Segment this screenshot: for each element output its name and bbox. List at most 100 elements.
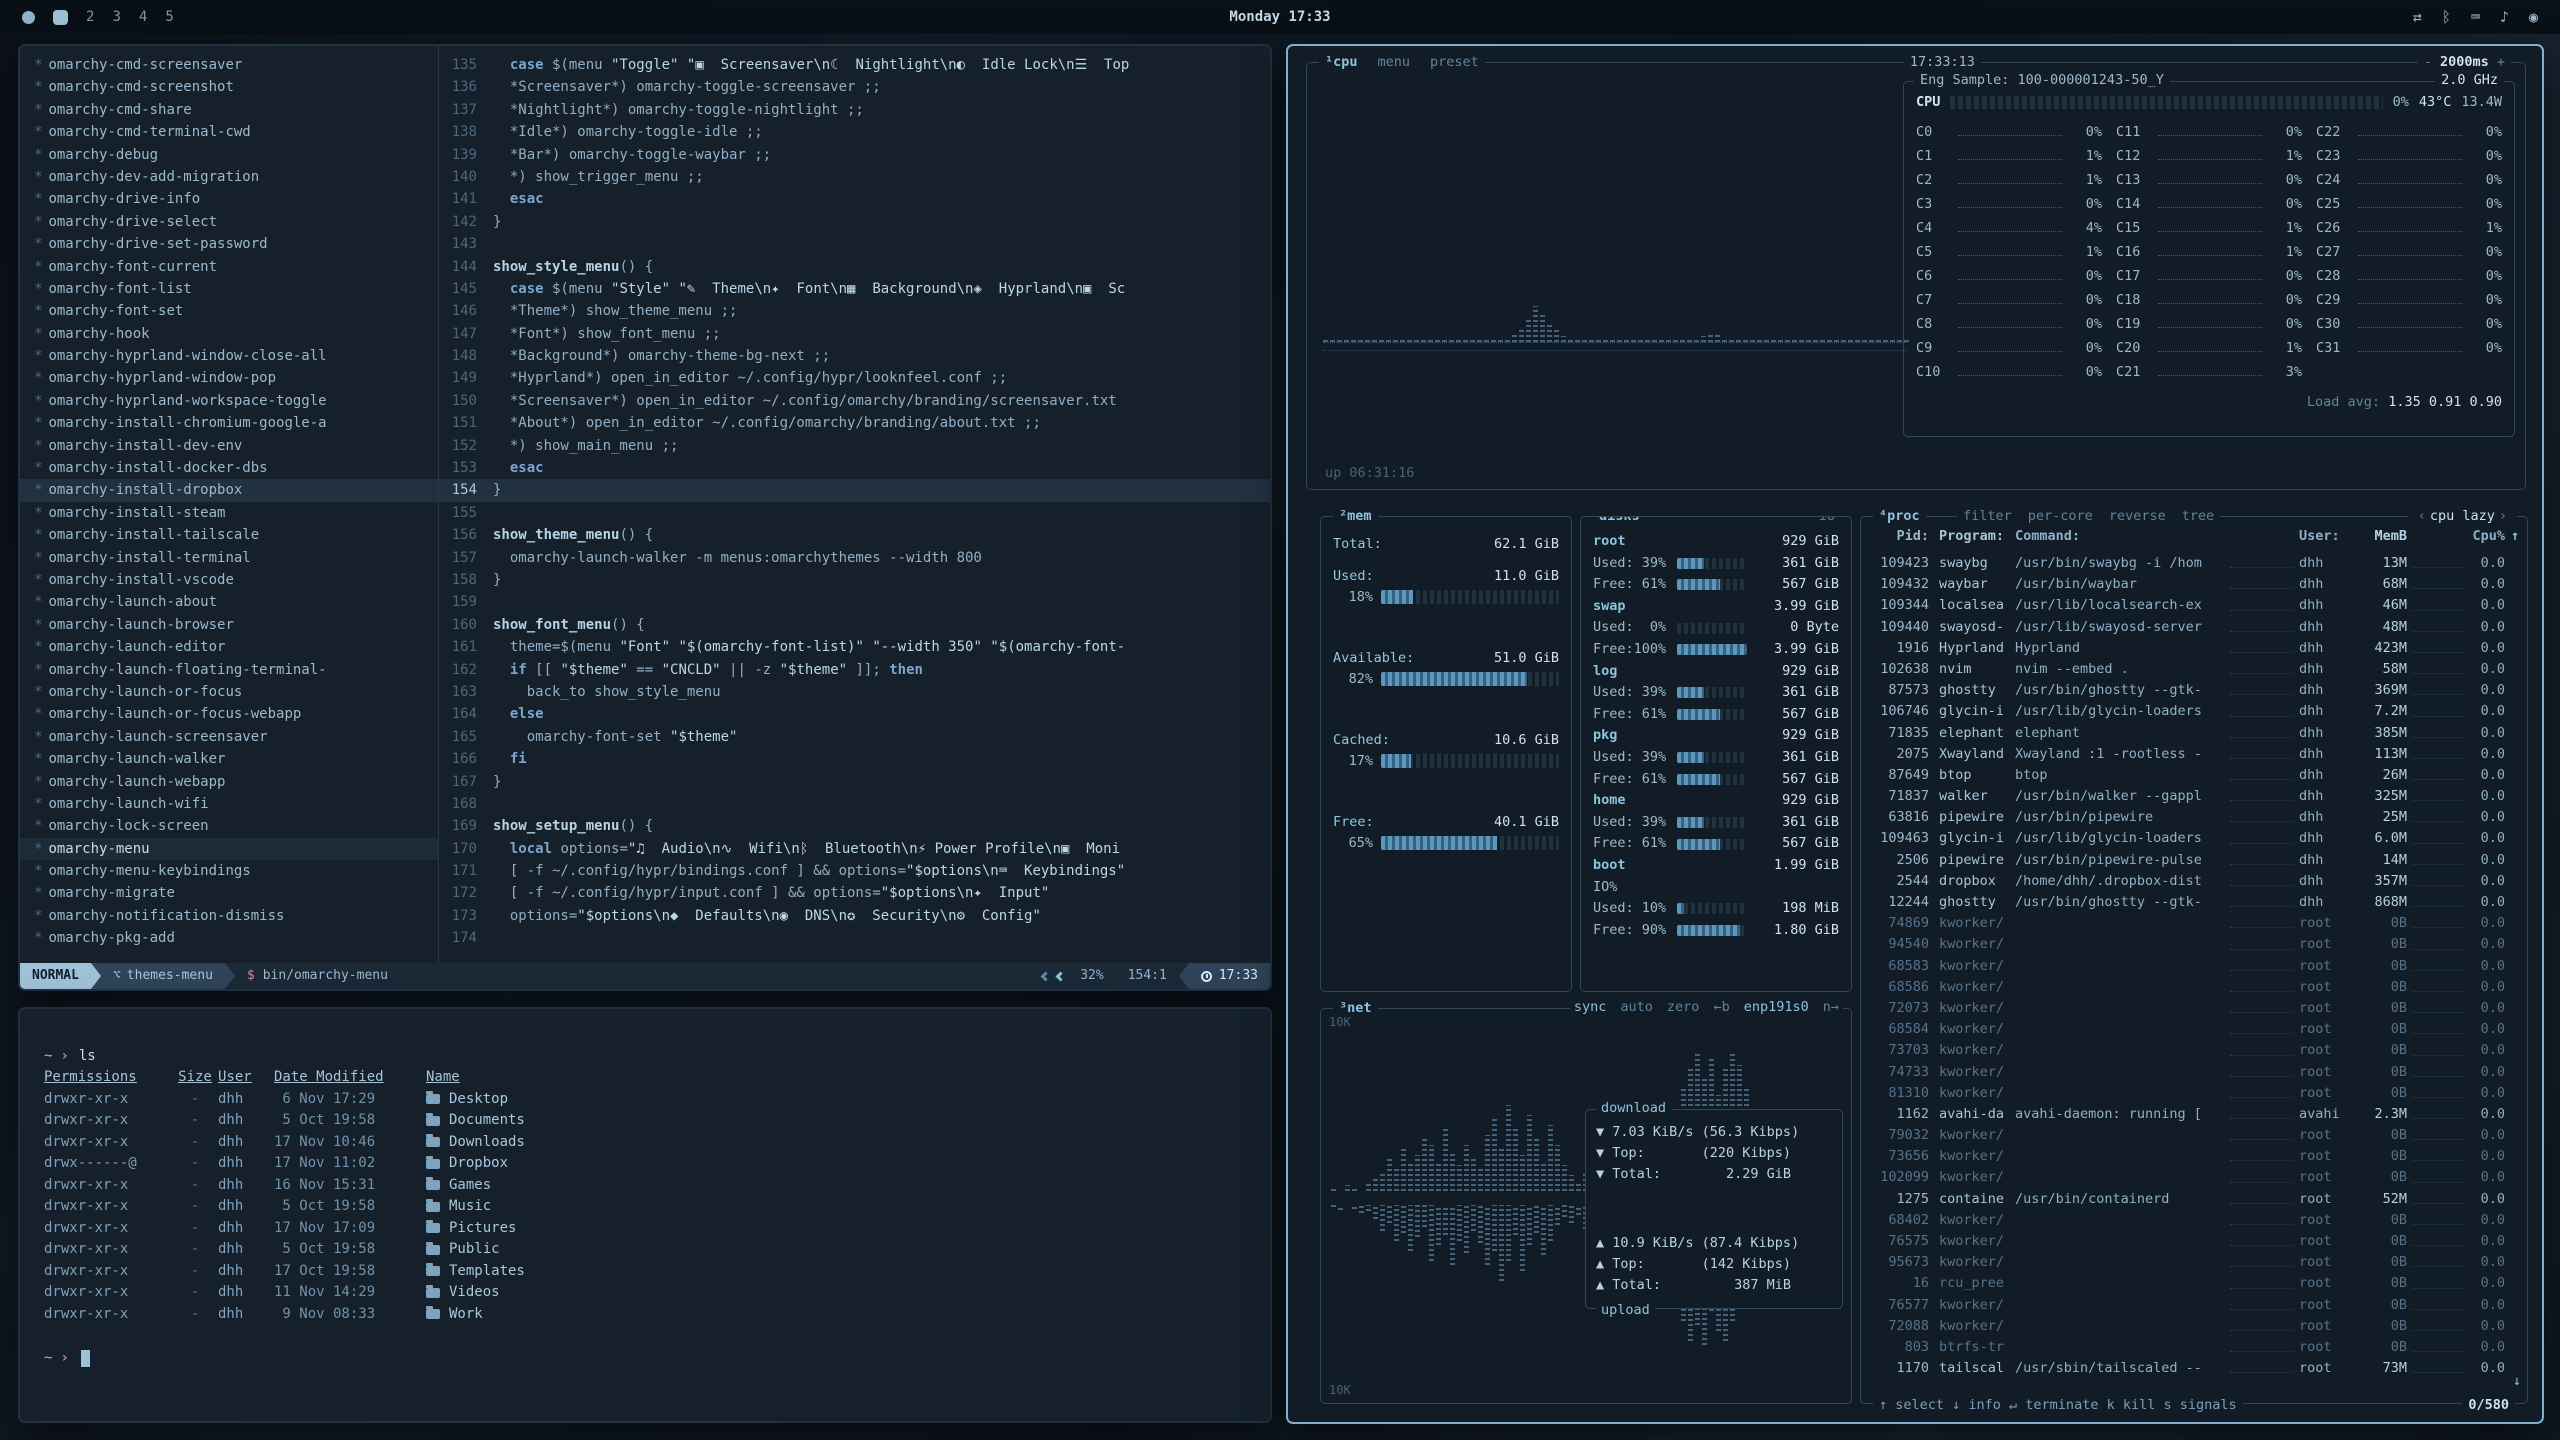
file-list-item[interactable]: *omarchy-launch-editor bbox=[20, 636, 438, 658]
file-list-item[interactable]: *omarchy-lock-screen bbox=[20, 815, 438, 837]
process-row[interactable]: 87573ghostty/usr/bin/ghostty --gtk-dhh36… bbox=[1861, 680, 2527, 701]
file-list-item[interactable]: *omarchy-hook bbox=[20, 323, 438, 345]
disks-title[interactable]: disks bbox=[1593, 516, 1646, 525]
file-list-item[interactable]: *omarchy-font-set bbox=[20, 300, 438, 322]
code-line[interactable]: 164 else bbox=[439, 703, 1270, 725]
file-list-item[interactable]: *omarchy-launch-about bbox=[20, 591, 438, 613]
file-list-item[interactable]: *omarchy-launch-or-focus-webapp bbox=[20, 703, 438, 725]
process-row[interactable]: 72088kworker/root0B0.0 bbox=[1861, 1316, 2527, 1337]
process-row[interactable]: 109440swayosd-/usr/lib/swayosd-serverdhh… bbox=[1861, 617, 2527, 638]
process-row[interactable]: 74733kworker/root0B0.0 bbox=[1861, 1062, 2527, 1083]
code-line[interactable]: 141 esac bbox=[439, 188, 1270, 210]
process-row[interactable]: 109463glycin-i/usr/lib/glycin-loadersdhh… bbox=[1861, 828, 2527, 849]
process-row[interactable]: 12244ghostty/usr/bin/ghostty --gtk-dhh86… bbox=[1861, 892, 2527, 913]
code-line[interactable]: 153 esac bbox=[439, 457, 1270, 479]
file-list-item[interactable]: *omarchy-drive-info bbox=[20, 188, 438, 210]
code-line[interactable]: 166 fi bbox=[439, 748, 1270, 770]
code-line[interactable]: 151 *About*) open_in_editor ~/.config/om… bbox=[439, 412, 1270, 434]
process-row[interactable]: 1916HyprlandHyprlanddhh423M0.0 bbox=[1861, 638, 2527, 659]
file-list-item[interactable]: *omarchy-install-dropbox bbox=[20, 479, 438, 501]
bluetooth-icon[interactable]: ᛒ bbox=[2442, 8, 2451, 26]
mem-title[interactable]: ²mem bbox=[1333, 507, 1378, 525]
process-row[interactable]: 68583kworker/root0B0.0 bbox=[1861, 956, 2527, 977]
prompt-line[interactable]: ~› bbox=[44, 1347, 1246, 1369]
code-line[interactable]: 154} bbox=[439, 479, 1270, 501]
code-line[interactable]: 169show_setup_menu() { bbox=[439, 815, 1270, 837]
process-row[interactable]: 102099kworker/root0B0.0 bbox=[1861, 1167, 2527, 1188]
scroll-up-indicator[interactable]: ↑ bbox=[2505, 525, 2519, 547]
workspace-button[interactable]: 4 bbox=[139, 9, 147, 25]
code-line[interactable]: 145 case $(menu "Style" "✎ Theme\n✦ Font… bbox=[439, 278, 1270, 300]
process-row[interactable]: 68402kworker/root0B0.0 bbox=[1861, 1210, 2527, 1231]
code-line[interactable]: 135 case $(menu "Toggle" "▣ Screensaver\… bbox=[439, 54, 1270, 76]
code-line[interactable]: 147 *Font*) show_font_menu ;; bbox=[439, 323, 1270, 345]
power-icon[interactable]: ◉ bbox=[2529, 8, 2538, 26]
io-tab[interactable]: io bbox=[1813, 516, 1841, 525]
code-line[interactable]: 173 options="$options\n◆ Defaults\n◉ DNS… bbox=[439, 905, 1270, 927]
file-list-item[interactable]: *omarchy-launch-wifi bbox=[20, 793, 438, 815]
process-row[interactable]: 803btrfs-trroot0B0.0 bbox=[1861, 1337, 2527, 1358]
reverse-button[interactable]: reverse bbox=[2109, 507, 2166, 525]
file-list-item[interactable]: *omarchy-font-list bbox=[20, 278, 438, 300]
code-line[interactable]: 137 *Nightlight*) omarchy-toggle-nightli… bbox=[439, 99, 1270, 121]
process-row[interactable]: 71835elephantelephantdhh385M0.0 bbox=[1861, 723, 2527, 744]
code-line[interactable]: 171 [ -f ~/.config/hypr/bindings.conf ] … bbox=[439, 860, 1270, 882]
file-list-item[interactable]: *omarchy-drive-select bbox=[20, 211, 438, 233]
code-line[interactable]: 168 bbox=[439, 793, 1270, 815]
code-line[interactable]: 144show_style_menu() { bbox=[439, 256, 1270, 278]
process-row[interactable]: 1170tailscal/usr/sbin/tailscaled --root7… bbox=[1861, 1358, 2527, 1379]
code-line[interactable]: 140 *) show_trigger_menu ;; bbox=[439, 166, 1270, 188]
process-row[interactable]: 2075XwaylandXwayland :1 -rootless -dhh11… bbox=[1861, 744, 2527, 765]
file-list-item[interactable]: *omarchy-pkg-add bbox=[20, 927, 438, 949]
code-line[interactable]: 149 *Hyprland*) open_in_editor ~/.config… bbox=[439, 367, 1270, 389]
process-row[interactable]: 102638nvimnvim --embed .dhh58M0.0 bbox=[1861, 659, 2527, 680]
code-line[interactable]: 162 if [[ "$theme" == "CNCLD" || -z "$th… bbox=[439, 659, 1270, 681]
code-line[interactable]: 152 *) show_main_menu ;; bbox=[439, 435, 1270, 457]
process-row[interactable]: 16rcu_preeroot0B0.0 bbox=[1861, 1273, 2527, 1294]
process-row[interactable]: 76575kworker/root0B0.0 bbox=[1861, 1231, 2527, 1252]
omarchy-logo-icon[interactable] bbox=[22, 11, 35, 24]
file-list-item[interactable]: *omarchy-launch-floating-terminal- bbox=[20, 659, 438, 681]
file-list-item[interactable]: *omarchy-launch-webapp bbox=[20, 771, 438, 793]
process-row[interactable]: 76577kworker/root0B0.0 bbox=[1861, 1295, 2527, 1316]
screencast-icon[interactable]: ⇄ bbox=[2413, 8, 2422, 26]
interface-name[interactable]: enp191s0 bbox=[1744, 999, 1809, 1015]
process-row[interactable]: 63816pipewire/usr/bin/pipewiredhh25M0.0 bbox=[1861, 807, 2527, 828]
process-row[interactable]: 94540kworker/root0B0.0 bbox=[1861, 934, 2527, 955]
file-list-item[interactable]: *omarchy-menu bbox=[20, 838, 438, 860]
code-line[interactable]: 142} bbox=[439, 211, 1270, 233]
file-list-item[interactable]: *omarchy-font-current bbox=[20, 256, 438, 278]
file-list-item[interactable]: *omarchy-menu-keybindings bbox=[20, 860, 438, 882]
code-line[interactable]: 136 *Screensaver*) omarchy-toggle-screen… bbox=[439, 76, 1270, 98]
file-list-item[interactable]: *omarchy-cmd-screenshot bbox=[20, 76, 438, 98]
file-list-item[interactable]: *omarchy-install-chromium-google-a bbox=[20, 412, 438, 434]
code-line[interactable]: 170 local options="♫ Audio\n∿ Wifi\nᛒ Bl… bbox=[439, 838, 1270, 860]
code-line[interactable]: 155 bbox=[439, 502, 1270, 524]
file-list-item[interactable]: *omarchy-hyprland-window-pop bbox=[20, 367, 438, 389]
process-row[interactable]: 95673kworker/root0B0.0 bbox=[1861, 1252, 2527, 1273]
process-row[interactable]: 106746glycin-i/usr/lib/glycin-loadersdhh… bbox=[1861, 701, 2527, 722]
code-line[interactable]: 139 *Bar*) omarchy-toggle-waybar ;; bbox=[439, 144, 1270, 166]
code-line[interactable]: 172 [ -f ~/.config/hypr/input.conf ] && … bbox=[439, 882, 1270, 904]
workspace-button[interactable]: 2 bbox=[86, 9, 94, 25]
keyboard-icon[interactable]: ⌨ bbox=[2471, 8, 2480, 26]
code-line[interactable]: 174 bbox=[439, 927, 1270, 949]
file-list-item[interactable]: *omarchy-install-vscode bbox=[20, 569, 438, 591]
file-list-item[interactable]: *omarchy-launch-walker bbox=[20, 748, 438, 770]
workspace-button[interactable]: 5 bbox=[165, 9, 173, 25]
auto-button[interactable]: auto bbox=[1620, 999, 1653, 1015]
per-core-button[interactable]: per-core bbox=[2028, 507, 2093, 525]
process-row[interactable]: 79032kworker/root0B0.0 bbox=[1861, 1125, 2527, 1146]
file-list-item[interactable]: *omarchy-install-terminal bbox=[20, 547, 438, 569]
menu-button[interactable]: menu bbox=[1378, 53, 1411, 71]
process-row[interactable]: 109344localsea/usr/lib/localsearch-exdhh… bbox=[1861, 595, 2527, 616]
file-list-item[interactable]: *omarchy-launch-or-focus bbox=[20, 681, 438, 703]
process-row[interactable]: 1275containe/usr/bin/containerdroot52M0.… bbox=[1861, 1189, 2527, 1210]
process-row[interactable]: 73656kworker/root0B0.0 bbox=[1861, 1146, 2527, 1167]
preset-button[interactable]: preset bbox=[1430, 53, 1479, 71]
code-line[interactable]: 167} bbox=[439, 771, 1270, 793]
code-line[interactable]: 163 back_to show_style_menu bbox=[439, 681, 1270, 703]
process-row[interactable]: 71837walker/usr/bin/walker --gappldhh325… bbox=[1861, 786, 2527, 807]
code-line[interactable]: 156show_theme_menu() { bbox=[439, 524, 1270, 546]
terminal-window[interactable]: ~›ls PermissionsSizeUserDate ModifiedNam… bbox=[18, 1007, 1272, 1423]
